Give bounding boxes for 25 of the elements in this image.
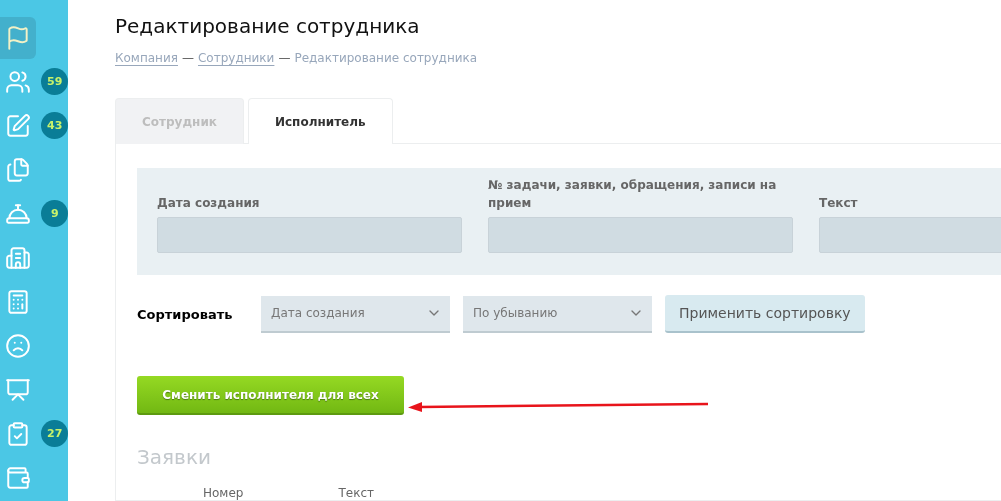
column-header: Номер bbox=[203, 486, 244, 500]
count-badge: 59 bbox=[41, 68, 68, 95]
change-all-button[interactable]: Сменить исполнителя для всех bbox=[137, 376, 404, 415]
column-header: Текст bbox=[338, 486, 374, 500]
apply-sort-button[interactable]: Применить сортировку bbox=[665, 295, 865, 333]
input-field[interactable] bbox=[488, 217, 793, 253]
breadcrumb-link[interactable]: Компания bbox=[115, 51, 178, 65]
breadcrumb-text: Редактирование сотрудника bbox=[294, 51, 478, 65]
count-badge: 9 bbox=[41, 200, 68, 227]
field-label: Текст bbox=[819, 195, 859, 212]
breadcrumb-link[interactable]: Сотрудники bbox=[198, 51, 275, 65]
page-title: Редактирование сотрудника bbox=[115, 14, 421, 38]
tab[interactable]: Исполнитель bbox=[247, 98, 393, 144]
field-label: № задачи, заявки, обращения, записи на прием bbox=[488, 177, 778, 212]
input-field[interactable] bbox=[157, 217, 462, 253]
sort-label: Сортировать bbox=[137, 306, 234, 322]
breadcrumb-separator: — bbox=[278, 51, 291, 65]
sort-order-dropdown[interactable]: По убыванию bbox=[463, 295, 652, 333]
count-badge: 43 bbox=[41, 112, 68, 139]
sort-field-dropdown[interactable]: Дата создания bbox=[261, 295, 450, 333]
section-title: Заявки bbox=[137, 445, 212, 469]
field-label: Дата создания bbox=[157, 195, 261, 212]
flag-icon[interactable] bbox=[0, 16, 36, 59]
count-badge: 27 bbox=[41, 420, 68, 447]
breadcrumb-separator: — bbox=[182, 51, 194, 65]
